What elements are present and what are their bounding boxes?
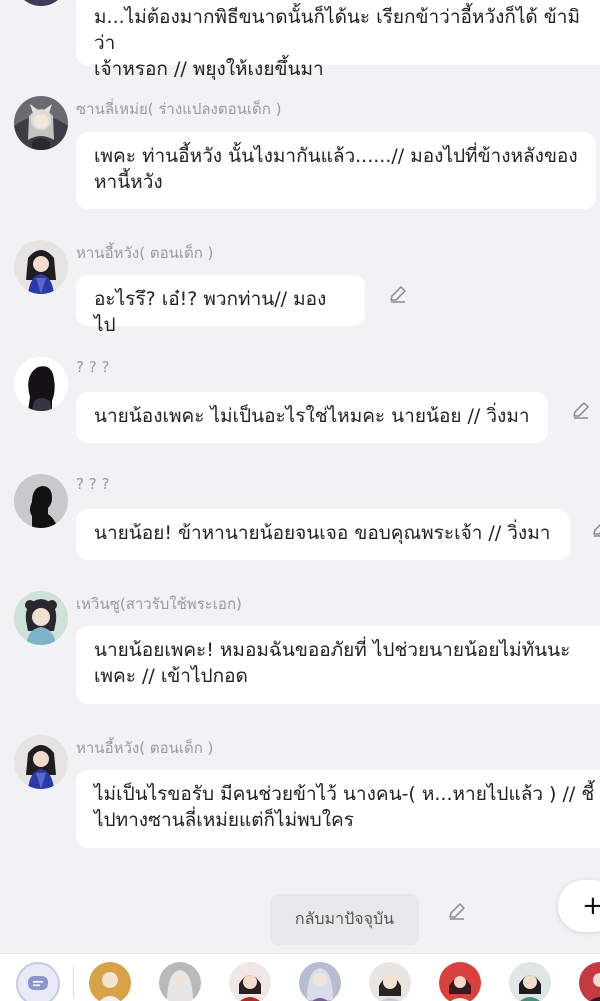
edit-pencil-icon[interactable]: [590, 517, 600, 539]
edit-pencil-icon[interactable]: [570, 399, 592, 421]
chat-toggle-button[interactable]: [16, 962, 60, 1001]
character-avatar[interactable]: [439, 962, 481, 1001]
speaker-name: ซานลี่เหม่ย( ร่างแปลงตอนเด็ก ): [76, 100, 282, 118]
avatar[interactable]: [14, 474, 68, 528]
character-avatar[interactable]: [159, 962, 201, 1001]
message-bubble[interactable]: เพคะ ท่านอี้หวัง นั้นไงมากันแล้ว......//…: [76, 132, 596, 209]
character-bar: [0, 953, 600, 1001]
speaker-name: ? ? ?: [76, 358, 110, 376]
avatar[interactable]: [14, 240, 68, 294]
edit-pencil-icon[interactable]: [387, 283, 409, 305]
character-avatar[interactable]: [369, 962, 411, 1001]
speaker-name: หานอี้หวัง( ตอนเด็ก ): [76, 739, 214, 757]
avatar[interactable]: [14, 0, 68, 6]
speaker-name: เหวินซู(สาวรับใช้พระเอก): [76, 595, 242, 613]
message-bubble[interactable]: ไม่เป็นไรขอรับ มีคนช่วยข้าไว้ นางคน-( ห.…: [76, 770, 600, 848]
speaker-name: ? ? ?: [76, 475, 110, 493]
avatar[interactable]: [14, 96, 68, 150]
character-avatar[interactable]: [229, 962, 271, 1001]
character-avatar[interactable]: [89, 962, 131, 1001]
character-avatar[interactable]: [579, 962, 600, 1001]
character-avatar[interactable]: [509, 962, 551, 1001]
message-bubble[interactable]: นายน้อยเพคะ! หมอมฉันขออภัยที่ ไปช่วยนายน…: [76, 626, 600, 704]
message-bubble[interactable]: อะไรรึ? เอ๋!? พวกท่าน// มองไป: [76, 275, 365, 336]
message-bubble[interactable]: ม...ไม่ต้องมากพิธีขนาดนั้นก็ได้นะ เรียกข…: [76, 0, 600, 80]
plus-icon: +: [582, 891, 600, 921]
chat-bubble-icon: [28, 976, 48, 990]
avatar[interactable]: [14, 357, 68, 411]
return-to-present-button[interactable]: กลับมาปัจจุบัน: [270, 894, 419, 945]
chat-area[interactable]: ม...ไม่ต้องมากพิธีขนาดนั้นก็ได้นะ เรียกข…: [0, 0, 600, 952]
speaker-name: หานอี้หวัง( ตอนเด็ก ): [76, 244, 214, 262]
message-bubble[interactable]: นายน้องเพคะ ไม่เป็นอะไรใช่ไหมคะ นายน้อย …: [76, 392, 548, 443]
character-avatar[interactable]: [299, 962, 341, 1001]
add-button[interactable]: +: [558, 880, 600, 932]
avatar[interactable]: [14, 591, 68, 645]
edit-pencil-icon[interactable]: [446, 900, 468, 922]
message-bubble[interactable]: นายน้อย! ข้าหานายน้อยจนเจอ ขอบคุณพระเจ้า…: [76, 509, 570, 560]
avatar[interactable]: [14, 735, 68, 789]
divider: [73, 966, 74, 998]
